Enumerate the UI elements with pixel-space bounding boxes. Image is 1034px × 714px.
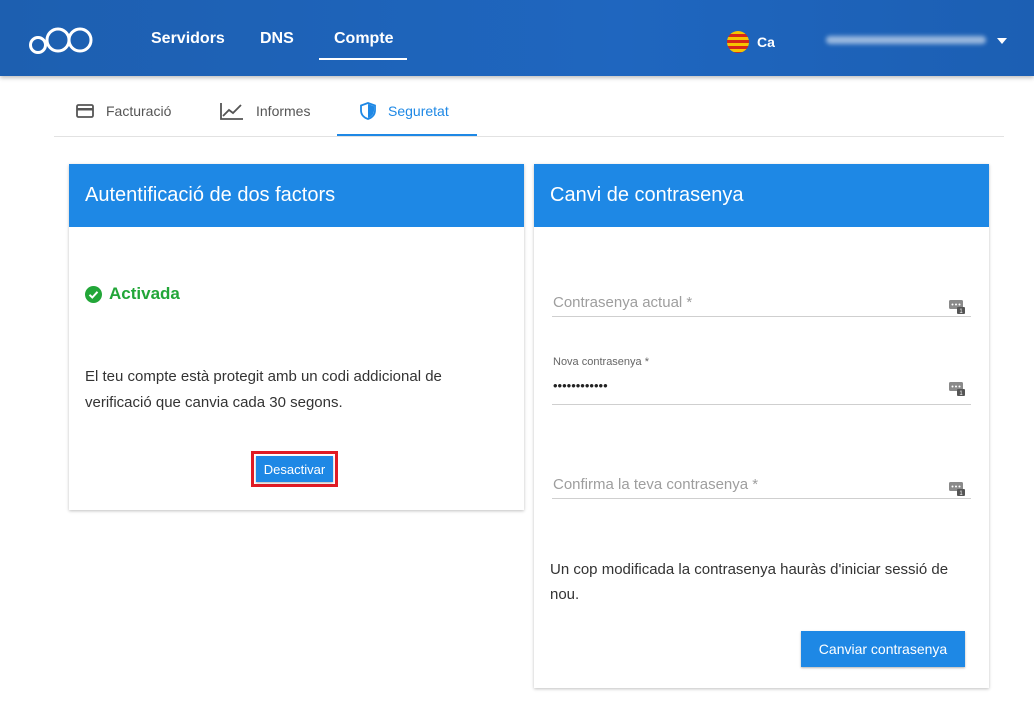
tab-label: Informes [256, 103, 311, 119]
new-password-field[interactable]: Nova contrasenya * •••••••••••• 1 [552, 356, 971, 405]
shield-icon [360, 102, 376, 120]
relogin-note: Un cop modificada la contrasenya hauràs … [550, 561, 949, 603]
tab-seguretat[interactable]: Seguretat [360, 86, 449, 136]
deactivate-button[interactable]: Desactivar [256, 456, 333, 482]
user-name-blurred[interactable] [826, 36, 986, 44]
language-label: Ca [757, 34, 775, 50]
two-factor-title: Autentificació de dos factors [69, 164, 524, 227]
top-bar: Servidors DNS Compte Ca [0, 0, 1034, 76]
nav-dns[interactable]: DNS [260, 30, 294, 48]
password-manager-icon[interactable]: 1 [949, 298, 965, 319]
tab-active-indicator [337, 134, 477, 136]
nav-servidors[interactable]: Servidors [151, 30, 225, 48]
tab-informes[interactable]: Informes [220, 86, 310, 136]
two-factor-card: Autentificació de dos factors Activada E… [69, 164, 524, 510]
tab-facturacio[interactable]: Facturació [76, 86, 171, 136]
account-tabs: Facturació Informes Seguretat [54, 86, 1004, 137]
two-factor-status: Activada [85, 284, 180, 304]
deactivate-highlight: Desactivar [251, 451, 338, 487]
password-title: Canvi de contrasenya [534, 164, 989, 227]
tab-label: Facturació [106, 103, 172, 119]
status-label: Activada [109, 284, 180, 303]
two-factor-description: El teu compte està protegit amb un codi … [85, 368, 442, 411]
catalan-flag-icon [727, 31, 749, 53]
password-manager-icon[interactable]: 1 [949, 380, 965, 401]
nav-compte[interactable]: Compte [334, 30, 394, 48]
credit-card-icon [76, 104, 94, 118]
chart-line-icon [220, 102, 244, 120]
password-manager-icon[interactable]: 1 [949, 480, 965, 501]
password-card: Canvi de contrasenya Contrasenya actual … [534, 164, 989, 688]
new-password-label: Nova contrasenya * [553, 356, 649, 368]
current-password-placeholder: Contrasenya actual * [553, 294, 693, 311]
logo-icon[interactable] [28, 24, 96, 56]
change-password-button[interactable]: Canviar contrasenya [801, 631, 965, 667]
tab-label: Seguretat [388, 103, 449, 119]
language-selector[interactable]: Ca [727, 31, 775, 53]
current-password-field[interactable]: Contrasenya actual * 1 [552, 274, 971, 317]
confirm-password-field[interactable]: Confirma la teva contrasenya * 1 [552, 456, 971, 499]
nav-active-indicator [319, 58, 407, 60]
caret-down-icon[interactable] [997, 38, 1007, 44]
check-circle-icon [85, 285, 102, 303]
confirm-password-placeholder: Confirma la teva contrasenya * [553, 476, 759, 493]
new-password-value: •••••••••••• [553, 378, 608, 393]
